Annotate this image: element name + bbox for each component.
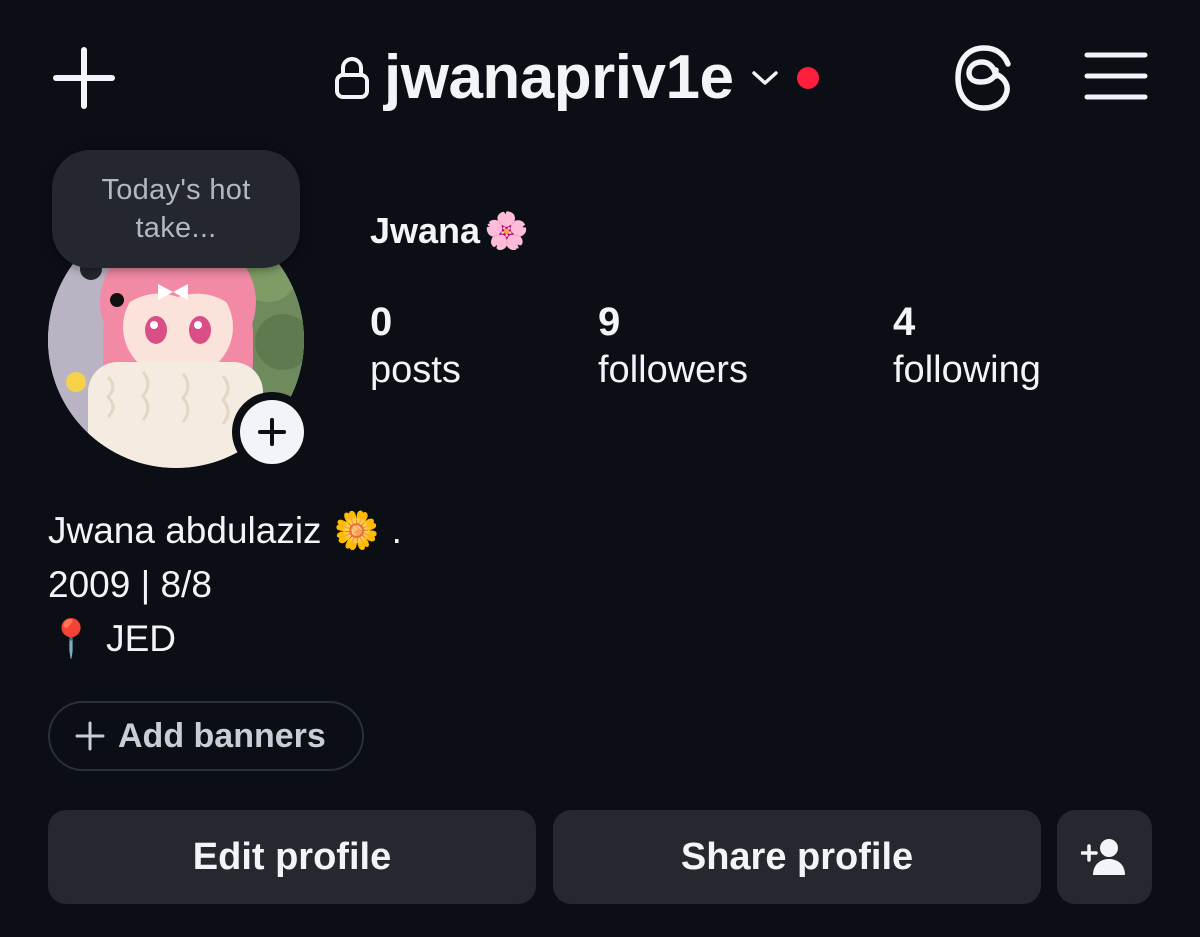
posts-label: posts [370,349,461,391]
note-text: Today's hot take... [101,174,251,244]
display-name-text: Jwana [370,210,481,251]
plus-icon [75,721,105,751]
lock-icon [335,57,369,99]
bio-line-name: Jwana abdulaziz 🌼 . [48,504,402,558]
add-banners-label: Add banners [118,716,326,755]
bio-full-name: Jwana abdulaziz [48,510,322,551]
share-profile-button[interactable]: Share profile [553,810,1041,904]
chevron-down-icon[interactable] [751,69,779,87]
add-story-circle [240,400,304,464]
threads-button[interactable] [952,44,1016,112]
display-name: Jwana 🌸 [370,210,529,252]
threads-icon [955,45,1011,111]
stat-posts[interactable]: 0 posts [370,298,461,394]
bio-birth-date: 2009 | 8/8 [48,564,212,605]
menu-button[interactable] [1084,50,1148,102]
discover-people-button[interactable] [1057,810,1152,904]
following-label: following [893,349,1041,391]
bio-location: JED [106,618,176,659]
note-bubble[interactable]: Today's hot take... [52,150,300,268]
note-bubble-dot [110,293,124,307]
notification-dot [797,67,820,89]
stat-followers[interactable]: 9 followers [598,298,748,394]
stat-following[interactable]: 4 following [893,298,1041,394]
edit-profile-button[interactable]: Edit profile [48,810,536,904]
share-profile-label: Share profile [680,835,914,878]
create-button[interactable] [52,46,116,110]
followers-count: 9 [598,300,621,344]
hamburger-menu-icon [1084,52,1148,100]
bio-line-date: 2009 | 8/8 [48,558,402,612]
bio-line-location: 📍 JED [48,612,402,666]
following-count: 4 [893,300,916,344]
account-username: jwanapriv1e [384,43,734,112]
posts-count: 0 [370,300,393,344]
bio-dot: . [391,510,402,551]
plus-icon [53,47,115,109]
account-header[interactable]: jwanapriv1e [334,40,820,116]
profile-bio: Jwana abdulaziz 🌼 . 2009 | 8/8 📍 JED [48,504,402,666]
pin-emoji: 📍 [48,618,95,659]
add-banners-button[interactable]: Add banners [48,701,364,771]
edit-profile-label: Edit profile [192,835,392,878]
sunflower-emoji: 🌼 [333,510,380,551]
add-person-icon [1080,839,1125,875]
plus-icon [258,418,286,446]
cherry-blossom-emoji: 🌸 [484,210,529,251]
add-story-button[interactable] [232,392,312,472]
followers-label: followers [598,349,748,391]
